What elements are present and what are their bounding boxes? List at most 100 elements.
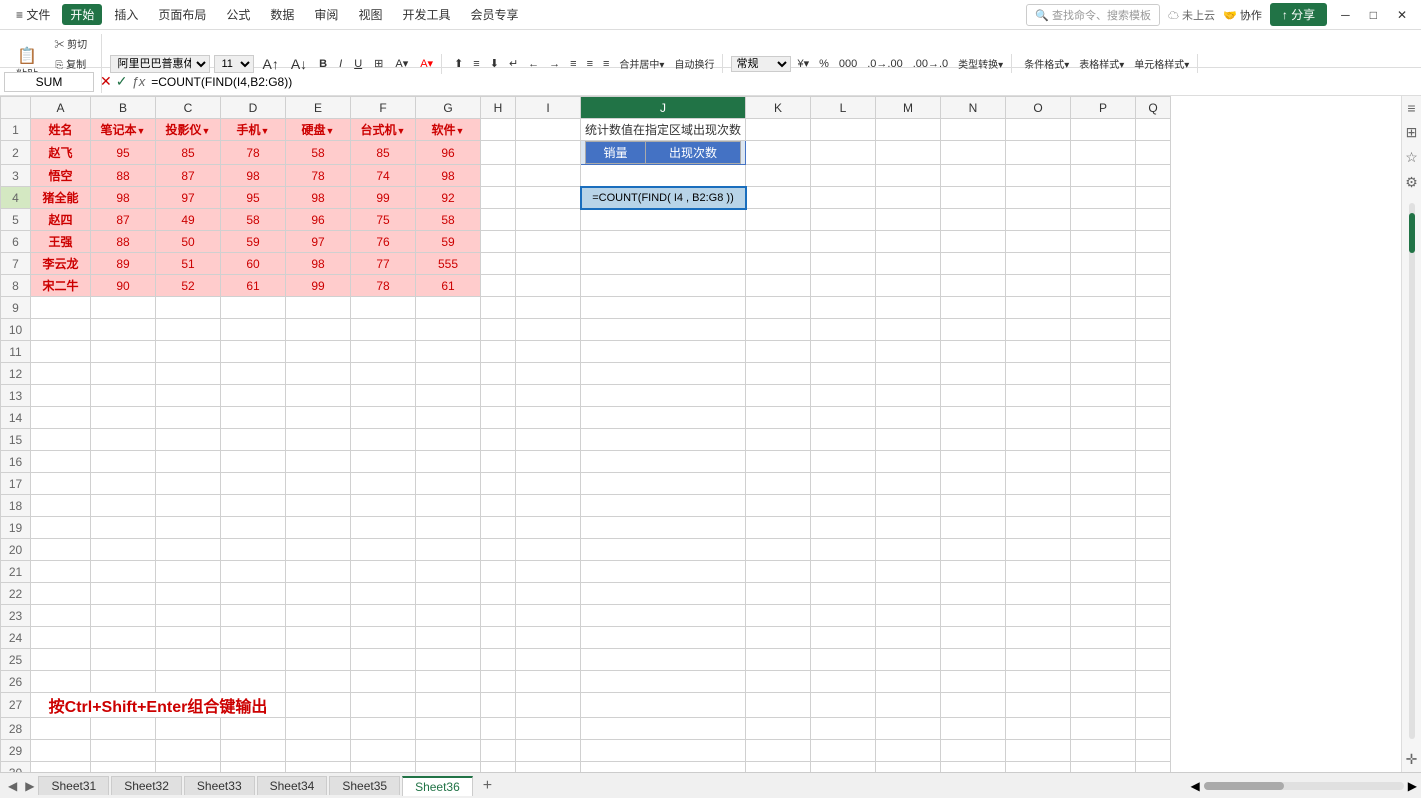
border-button[interactable]: ⊞ [370, 55, 387, 72]
cell-D3[interactable]: 98 [221, 165, 286, 187]
sidebar-icon-4[interactable]: ⚙ [1405, 174, 1418, 191]
cell-A7[interactable]: 李云龙 [31, 253, 91, 275]
cell-D5[interactable]: 58 [221, 209, 286, 231]
row-number-4[interactable]: 4 [1, 187, 31, 209]
menu-file[interactable]: ≡ 文件 [8, 4, 58, 25]
cell-L5[interactable] [811, 209, 876, 231]
cell-P6[interactable] [1071, 231, 1136, 253]
cell-N6[interactable] [941, 231, 1006, 253]
cell-K6[interactable] [746, 231, 811, 253]
cell-D6[interactable]: 59 [221, 231, 286, 253]
row-number-5[interactable]: 5 [1, 209, 31, 231]
cell-N1[interactable] [941, 119, 1006, 141]
cell-F4[interactable]: 99 [351, 187, 416, 209]
font-grow-button[interactable]: A↑ [258, 54, 282, 74]
sheet-tab-sheet33[interactable]: Sheet33 [184, 776, 255, 795]
cell-I4[interactable] [516, 187, 581, 209]
cell-C2[interactable]: 85 [156, 141, 221, 165]
cell-B1[interactable]: 笔记本▼ [91, 119, 156, 141]
cell-J5[interactable] [581, 209, 746, 231]
cell-I7[interactable] [516, 253, 581, 275]
sheet-tab-sheet32[interactable]: Sheet32 [111, 776, 182, 795]
cell-Q7[interactable] [1136, 253, 1171, 275]
row-number-1[interactable]: 1 [1, 119, 31, 141]
cell-style-button[interactable]: 单元格样式▾ [1130, 54, 1193, 73]
table-style-button[interactable]: 表格样式▾ [1075, 54, 1128, 73]
menu-data[interactable]: 数据 [262, 4, 302, 25]
row-number-8[interactable]: 8 [1, 275, 31, 297]
window-maximize[interactable]: □ [1364, 8, 1383, 22]
menu-home[interactable]: 开始 [62, 4, 102, 25]
cell-P2[interactable] [1071, 141, 1136, 165]
row-number-9[interactable]: 9 [1, 297, 31, 319]
menu-pagelayout[interactable]: 页面布局 [150, 4, 214, 25]
cell-L4[interactable] [811, 187, 876, 209]
cell-Q8[interactable] [1136, 275, 1171, 297]
cell-E6[interactable]: 97 [286, 231, 351, 253]
search-box[interactable]: 🔍 查找命令、搜索模板 [1026, 4, 1160, 26]
col-header-E[interactable]: E [286, 97, 351, 119]
decrease-decimal-button[interactable]: .00→.0 [909, 56, 952, 72]
h-scroll-left[interactable]: ◀ [1191, 779, 1200, 793]
col-header-O[interactable]: O [1006, 97, 1071, 119]
percent-button[interactable]: % [815, 56, 833, 72]
sidebar-bottom-icon[interactable]: ✛ [1406, 751, 1418, 768]
cell-C1[interactable]: 投影仪▼ [156, 119, 221, 141]
cell-D2[interactable]: 78 [221, 141, 286, 165]
menu-member[interactable]: 会员专享 [462, 4, 526, 25]
font-size-select[interactable]: 11 [214, 55, 254, 73]
cell-K1[interactable] [746, 119, 811, 141]
menu-developer[interactable]: 开发工具 [394, 4, 458, 25]
cell-H2[interactable] [481, 141, 516, 165]
cell-H4[interactable] [481, 187, 516, 209]
row-number-2[interactable]: 2 [1, 141, 31, 165]
col-header-M[interactable]: M [876, 97, 941, 119]
cell-E5[interactable]: 96 [286, 209, 351, 231]
thousand-sep-button[interactable]: 000 [835, 56, 861, 72]
col-header-N[interactable]: N [941, 97, 1006, 119]
bold-button[interactable]: B [315, 56, 331, 72]
menu-formula[interactable]: 公式 [218, 4, 258, 25]
cut-button[interactable]: ✂ 剪切 [44, 34, 97, 53]
cell-F7[interactable]: 77 [351, 253, 416, 275]
cell-H3[interactable] [481, 165, 516, 187]
menu-view[interactable]: 视图 [350, 4, 390, 25]
cell-K7[interactable] [746, 253, 811, 275]
cell-M6[interactable] [876, 231, 941, 253]
cell-F8[interactable]: 78 [351, 275, 416, 297]
insert-function-icon[interactable]: ƒx [131, 74, 145, 89]
sidebar-icon-2[interactable]: ⊞ [1406, 124, 1418, 141]
col-header-P[interactable]: P [1071, 97, 1136, 119]
row-number-6[interactable]: 6 [1, 231, 31, 253]
cell-G2[interactable]: 96 [416, 141, 481, 165]
cell-O4[interactable] [1006, 187, 1071, 209]
cell-N4[interactable] [941, 187, 1006, 209]
name-box[interactable] [4, 72, 94, 92]
cell-J7[interactable] [581, 253, 746, 275]
cell-G1[interactable]: 软件▼ [416, 119, 481, 141]
cell-H5[interactable] [481, 209, 516, 231]
sheet-nav-prev[interactable]: ◀ [4, 779, 21, 793]
cell-A2[interactable]: 赵飞 [31, 141, 91, 165]
cell-Q3[interactable] [1136, 165, 1171, 187]
v-scrollbar-thumb[interactable] [1409, 213, 1415, 253]
col-header-A[interactable]: A [31, 97, 91, 119]
cell-I8[interactable] [516, 275, 581, 297]
cell-O3[interactable] [1006, 165, 1071, 187]
cell-B6[interactable]: 88 [91, 231, 156, 253]
cell-Q6[interactable] [1136, 231, 1171, 253]
sheet-tab-sheet36[interactable]: Sheet36 [402, 776, 473, 796]
sheet-tab-sheet31[interactable]: Sheet31 [38, 776, 109, 795]
cell-P1[interactable] [1071, 119, 1136, 141]
col-header-J[interactable]: J [581, 97, 746, 119]
cell-D4[interactable]: 95 [221, 187, 286, 209]
col-header-L[interactable]: L [811, 97, 876, 119]
cell-J8[interactable] [581, 275, 746, 297]
sidebar-icon-1[interactable]: ≡ [1407, 100, 1415, 116]
cell-H8[interactable] [481, 275, 516, 297]
h-scroll-right[interactable]: ▶ [1408, 779, 1417, 793]
cell-M3[interactable] [876, 165, 941, 187]
font-shrink-button[interactable]: A↓ [287, 54, 311, 74]
cell-O1[interactable] [1006, 119, 1071, 141]
cell-A5[interactable]: 赵四 [31, 209, 91, 231]
